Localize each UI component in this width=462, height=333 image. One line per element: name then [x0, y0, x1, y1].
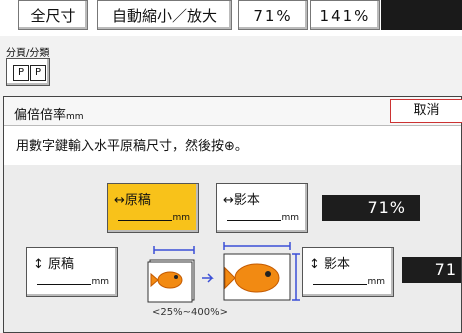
- page-icon: P: [30, 65, 46, 81]
- horizontal-original-button[interactable]: ↔原稿 mm: [107, 183, 199, 233]
- vertical-original-label: ↕ 原稿: [33, 257, 75, 272]
- cancel-button[interactable]: 取消: [390, 99, 462, 123]
- original-sheet-icon: [147, 246, 195, 303]
- value-underline: [118, 220, 172, 221]
- auto-reduce-enlarge-button[interactable]: 自動縮小／放大: [97, 0, 232, 30]
- top-toolbar: 全尺寸 自動縮小／放大 71% 141%: [0, 0, 462, 36]
- value-underline: [227, 220, 281, 221]
- preset-141-button[interactable]: 141%: [310, 0, 380, 30]
- unit-label: mm: [172, 213, 190, 223]
- value-underline: [37, 284, 91, 285]
- unit-label: mm: [91, 277, 109, 287]
- toolbar-dark-area: [381, 0, 462, 30]
- unit-label: mm: [367, 277, 385, 287]
- copy-sheet-icon: [223, 242, 300, 301]
- arrow-icon: [202, 273, 214, 283]
- horizontal-copy-button[interactable]: ↔影本 mm: [216, 183, 308, 233]
- vertical-copy-button[interactable]: ↕ 影本 mm: [302, 247, 394, 297]
- horizontal-copy-label: ↔影本: [223, 193, 260, 208]
- horizontal-ratio-display: 71%: [322, 195, 420, 221]
- paginate-sort-label: 分頁/分類: [6, 48, 50, 59]
- page-icon: P: [13, 65, 29, 81]
- unit-label: mm: [281, 213, 299, 223]
- scale-diagram: [147, 242, 300, 303]
- range-text: <25%~400%>: [152, 307, 228, 318]
- dialog-title-text: 偏倍倍率: [14, 108, 67, 123]
- horizontal-original-label: ↔原稿: [114, 193, 151, 208]
- vertical-ratio-display: 71: [402, 257, 461, 283]
- value-underline: [313, 284, 367, 285]
- dialog-title-unit: mm: [66, 112, 84, 122]
- scale-dialog: 偏倍倍率mm 取消 用數字鍵輸入水平原稿尺寸，然後按⊕。 ↔原稿 mm ↔影本 …: [3, 96, 462, 333]
- instruction-text: 用數字鍵輸入水平原稿尺寸，然後按⊕。: [16, 139, 248, 154]
- preset-71-button[interactable]: 71%: [238, 0, 308, 30]
- vertical-copy-label: ↕ 影本: [309, 257, 351, 272]
- dialog-title: 偏倍倍率mm: [14, 104, 84, 123]
- paginate-sort-button[interactable]: P P: [6, 58, 50, 86]
- full-size-button[interactable]: 全尺寸: [18, 0, 88, 30]
- dialog-header: 偏倍倍率mm 取消: [4, 97, 462, 126]
- vertical-original-button[interactable]: ↕ 原稿 mm: [26, 247, 118, 297]
